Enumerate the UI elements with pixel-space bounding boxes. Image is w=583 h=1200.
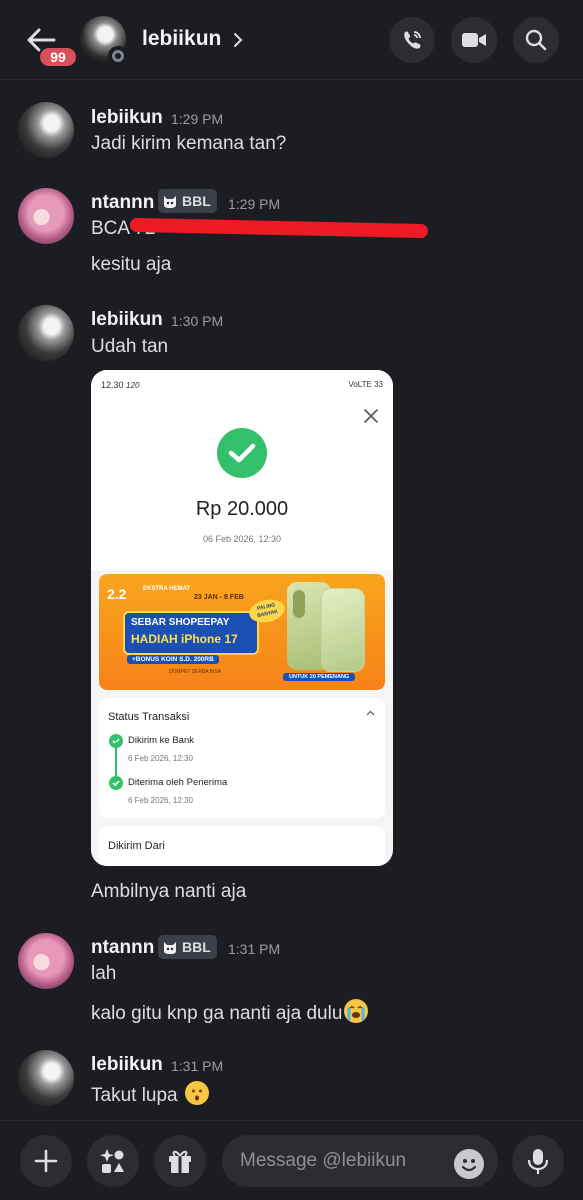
message-composer (0, 1120, 583, 1200)
chevron-right-icon[interactable] (232, 31, 244, 49)
payment-date: 06 Feb 2026, 12:30 (202, 534, 282, 544)
message-author[interactable]: ntannn (91, 937, 154, 959)
step-time: 6 Feb 2026, 12:30 (128, 796, 193, 805)
role-tag-label: BBL (182, 193, 211, 209)
message-text: Takut lupa (91, 1081, 209, 1107)
message-timestamp: 1:29 PM (171, 111, 224, 127)
message-text: lah (91, 963, 117, 984)
message-text: Ambilnya nanti aja (91, 881, 247, 902)
promo-big-text: 2.2 (107, 586, 127, 602)
emoji-icon (461, 1159, 477, 1172)
role-tag[interactable]: BBL (158, 935, 217, 959)
role-tag[interactable]: BBL (158, 189, 217, 213)
apps-button[interactable] (87, 1135, 139, 1187)
step-time: 6 Feb 2026, 12:30 (128, 754, 193, 763)
microphone-icon (527, 1149, 549, 1174)
video-camera-icon (462, 33, 486, 47)
promo-dates: 23 JAN - 8 FEB (194, 594, 244, 601)
promo-line-2: HADIAH iPhone 17 (131, 632, 238, 646)
channel-name[interactable]: lebiikun (142, 27, 221, 51)
voice-message-button[interactable] (512, 1135, 564, 1187)
search-button[interactable] (513, 17, 559, 63)
redaction-mark (129, 217, 429, 239)
message-timestamp: 1:29 PM (228, 196, 281, 212)
message-text: Udah tan (91, 336, 169, 357)
voice-call-button[interactable] (389, 17, 435, 63)
transaction-status-card: Status Transaksi Dikirim ke Bank 6 Feb 2… (99, 698, 385, 818)
avatar[interactable] (18, 102, 74, 158)
message-text: kesitu aja (91, 254, 172, 275)
promo-winners: UNTUK 20 PEMENANG (283, 673, 356, 681)
message-author[interactable]: ntannn (91, 192, 154, 214)
transaction-status-title: Status Transaksi (108, 711, 190, 723)
promo-wallet: DOMPET SERBA BISA (169, 669, 222, 675)
avatar[interactable] (18, 933, 74, 989)
avatar[interactable] (18, 305, 74, 361)
phone-icon (404, 31, 421, 49)
cat-icon (164, 942, 176, 954)
chevron-up-icon (366, 710, 375, 716)
add-attachment-button[interactable] (20, 1135, 72, 1187)
phone-image (321, 588, 365, 672)
message-timestamp: 1:31 PM (171, 1058, 224, 1074)
kissing-face-icon (184, 1081, 209, 1105)
gift-button[interactable] (154, 1135, 206, 1187)
message-author[interactable]: lebiikun (91, 309, 163, 331)
payment-amount: Rp 20.000 (195, 498, 289, 520)
sender-title: Dikirim Dari (108, 840, 165, 852)
sender-card: Dikirim Dari (99, 826, 385, 866)
step-label: Dikirim ke Bank (128, 735, 194, 746)
unread-count-badge: 99 (38, 46, 78, 68)
apps-icon (100, 1149, 124, 1173)
message-text-content: kalo gitu knp ga nanti aja dulu (91, 1003, 343, 1024)
message-text: kalo gitu knp ga nanti aja dulu (91, 999, 369, 1025)
close-icon (364, 409, 378, 423)
avatar[interactable] (18, 188, 74, 244)
search-icon (525, 29, 547, 51)
message-timestamp: 1:30 PM (171, 313, 224, 329)
chat-header: 99 lebiikun (0, 0, 583, 80)
promo-line-1: SEBAR SHOPEEPAY (131, 617, 230, 628)
message-text: Jadi kirim kemana tan? (91, 133, 287, 154)
offline-status-icon (108, 46, 128, 66)
step-connector (115, 742, 117, 776)
emoji-button[interactable] (454, 1149, 484, 1179)
success-check-icon (217, 428, 267, 478)
promo-bonus: +BONUS KOIN S.D. 200RB (127, 655, 219, 664)
message-author[interactable]: lebiikun (91, 107, 163, 129)
phone-status-icons: VoLTE 33 (348, 380, 383, 389)
image-attachment[interactable]: 12.30 120 VoLTE 33 Rp 20.000 06 Feb 2026… (91, 370, 393, 866)
promo-banner: 2.2 EKSTRA HEMAT 23 JAN - 8 FEB SEBAR SH… (99, 574, 385, 690)
role-tag-label: BBL (182, 939, 211, 955)
crying-face-icon (344, 999, 369, 1023)
step-check-icon (109, 776, 123, 790)
message-timestamp: 1:31 PM (228, 941, 281, 957)
phone-status-time: 12.30 120 (101, 380, 140, 390)
plus-icon (34, 1149, 58, 1173)
promo-small-text: EKSTRA HEMAT (143, 586, 190, 592)
cat-icon (164, 196, 176, 208)
gift-icon (169, 1150, 191, 1173)
message-author[interactable]: lebiikun (91, 1054, 163, 1076)
step-label: Diterima oleh Penerima (128, 777, 228, 788)
promo-card: SEBAR SHOPEEPAY HADIAH iPhone 17 (123, 611, 259, 655)
video-call-button[interactable] (451, 17, 497, 63)
message-text-content: Takut lupa (91, 1085, 178, 1106)
avatar[interactable] (18, 1050, 74, 1106)
